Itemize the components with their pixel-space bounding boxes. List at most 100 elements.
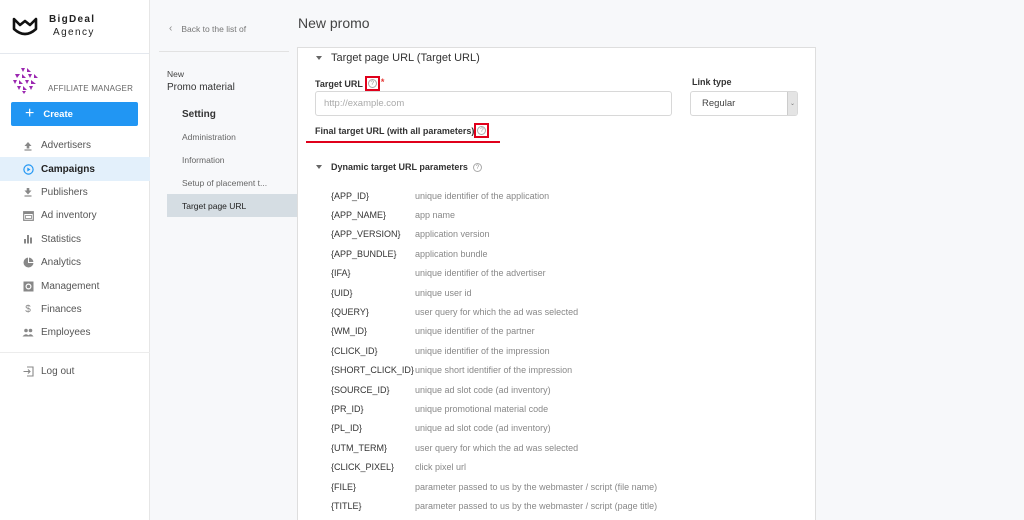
subnav-item-information[interactable]: Information — [167, 148, 297, 171]
web-icon — [21, 210, 35, 221]
param-key: {TITLE} — [331, 500, 362, 511]
target-url-label-row: Target URL ? * — [315, 76, 384, 91]
nav-item-publishers[interactable]: Publishers — [0, 181, 150, 204]
param-key: {APP_VERSION} — [331, 229, 401, 240]
param-row: {QUERY} user query for which the ad was s… — [331, 302, 811, 321]
nav-item-advertisers[interactable]: Advertisers — [0, 134, 150, 157]
plus-icon: + — [25, 105, 35, 122]
help-icon[interactable]: ? — [367, 79, 377, 88]
brand-subtitle: Agency — [53, 27, 95, 38]
param-row: {APP_BUNDLE} application bundle — [331, 244, 811, 263]
pie-chart-icon — [21, 257, 35, 268]
param-row: {FILE} parameter passed to us by the webm… — [331, 477, 811, 496]
play-circle-icon — [21, 163, 35, 175]
collapse-triangle-icon — [316, 56, 322, 60]
chevron-down-icon: ⌄ — [787, 92, 797, 115]
brand[interactable]: BigDeal Agency — [0, 0, 149, 54]
param-key: {APP_BUNDLE} — [331, 248, 397, 259]
bar-chart-icon — [21, 234, 35, 244]
param-key: {QUERY} — [331, 307, 369, 318]
param-description: unique identifier of the partner — [415, 326, 535, 337]
final-url-label: Final target URL (with all parameters) — [315, 125, 475, 136]
sub-navigation: ‹ Back to the list of New Promo material… — [151, 0, 297, 520]
subnav-new-label: New — [167, 69, 185, 79]
subnav-title: Promo material — [167, 82, 235, 93]
target-url-label: Target URL — [315, 78, 363, 89]
back-to-list-link[interactable]: ‹ Back to the list of — [169, 23, 246, 34]
param-description: application version — [415, 229, 490, 240]
sidebar: BigDeal Agency AFFILIATE MANAGER + Creat… — [0, 0, 150, 520]
nav-item-analytics[interactable]: Analytics — [0, 251, 150, 274]
subnav-item-placement-setup[interactable]: Setup of placement t... — [167, 171, 297, 194]
section-header-target-url[interactable]: Target page URL (Target URL) — [316, 52, 480, 64]
param-row: {APP_VERSION} application version — [331, 225, 811, 244]
upload-icon — [21, 141, 35, 151]
nav-item-management[interactable]: Management — [0, 274, 150, 297]
param-row: {UID} unique user id — [331, 283, 811, 302]
param-row: {PL_ID} unique ad slot code (ad inventory… — [331, 419, 811, 438]
subnav-setting-heading: Setting — [182, 109, 216, 120]
settings-box-icon — [21, 281, 35, 292]
nav-divider — [0, 352, 150, 353]
param-row: {TITLE} parameter passed to us by the web… — [331, 496, 811, 515]
highlight-box: ? — [474, 123, 490, 138]
param-key: {CLICK_PIXEL} — [331, 462, 395, 473]
param-description: app name — [415, 210, 456, 221]
param-description: unique identifier of the advertiser — [415, 268, 546, 279]
param-key: {APP_NAME} — [331, 210, 387, 221]
nav-item-ad-inventory[interactable]: Ad inventory — [0, 204, 150, 227]
param-row: {UTM_TERM} user query for which the ad wa… — [331, 438, 811, 457]
param-description: user query for which the ad was selected — [415, 442, 579, 453]
param-key: {PL_ID} — [331, 423, 363, 434]
nav-label: Analytics — [41, 257, 82, 269]
param-description: click pixel url — [415, 462, 467, 473]
subnav-item-target-page-url[interactable]: Target page URL — [167, 194, 297, 217]
param-row: {CLICK_PIXEL} click pixel url — [331, 457, 811, 476]
param-description: unique identifier of the impression — [415, 345, 550, 356]
page-title: New promo — [298, 15, 370, 31]
create-button[interactable]: + Create — [11, 102, 138, 126]
dynamic-params-header[interactable]: Dynamic target URL parameters ? — [316, 162, 482, 172]
target-url-input[interactable] — [315, 91, 672, 116]
subnav-divider — [159, 51, 289, 52]
link-type-value: Regular — [702, 98, 736, 109]
nav-item-employees[interactable]: Employees — [0, 321, 150, 344]
param-description: application bundle — [415, 248, 488, 259]
nav-item-statistics[interactable]: Statistics — [0, 228, 150, 251]
param-key: {FILE} — [331, 481, 357, 492]
logout-block: Log out — [0, 360, 150, 383]
param-row: {APP_NAME} app name — [331, 205, 811, 224]
help-icon[interactable]: ? — [477, 126, 487, 135]
section-title: Target page URL (Target URL) — [331, 52, 480, 64]
dynamic-params-title: Dynamic target URL parameters — [331, 162, 468, 172]
param-description: unique user id — [415, 287, 472, 298]
nav-label: Employees — [41, 327, 91, 339]
nav-label: Finances — [41, 303, 82, 315]
param-key: {APP_ID} — [331, 190, 370, 201]
help-icon[interactable]: ? — [472, 162, 482, 172]
subnav-item-administration[interactable]: Administration — [167, 125, 297, 148]
param-key: {IFA} — [331, 268, 351, 279]
link-type-select[interactable]: Regular ⌄ — [690, 91, 798, 116]
param-row: {APP_ID} unique identifier of the applica… — [331, 186, 811, 205]
nav-item-campaigns[interactable]: Campaigns — [0, 157, 150, 181]
nav-label: Management — [41, 280, 100, 292]
role-avatar-icon — [13, 68, 38, 94]
highlight-box: ? — [364, 76, 380, 91]
required-mark: * — [380, 77, 385, 87]
param-description: unique ad slot code (ad inventory) — [415, 384, 551, 395]
param-key: {SOURCE_ID} — [331, 384, 390, 395]
back-label: Back to the list of — [181, 23, 247, 34]
nav-item-finances[interactable]: $ Finances — [0, 298, 150, 321]
dollar-icon: $ — [25, 303, 31, 315]
role-label: AFFILIATE MANAGER — [48, 84, 134, 93]
dynamic-params-list: {APP_ID} unique identifier of the applica… — [331, 186, 811, 516]
link-type-label: Link type — [692, 77, 732, 87]
nav-item-logout[interactable]: Log out — [0, 360, 150, 383]
param-key: {UID} — [331, 287, 353, 298]
nav-label: Campaigns — [41, 163, 95, 175]
target-url-card: Target page URL (Target URL) Target URL … — [297, 47, 816, 520]
nav-label: Publishers — [41, 186, 88, 198]
brand-logo-icon — [12, 17, 38, 36]
param-row: {SOURCE_ID} unique ad slot code (ad inven… — [331, 380, 811, 399]
